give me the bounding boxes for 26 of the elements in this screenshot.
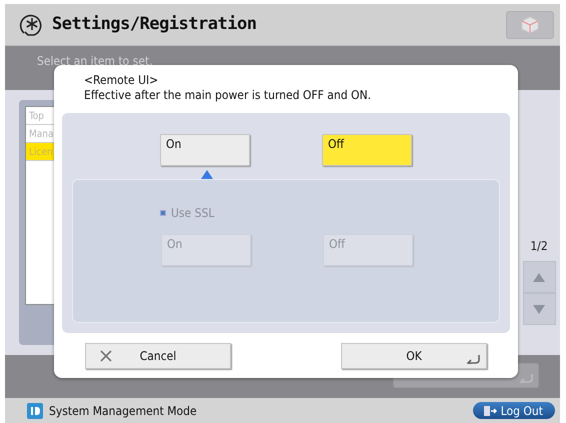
bullet-icon bbox=[160, 210, 166, 216]
close-icon bbox=[100, 350, 112, 362]
page-indicator: 1/2 bbox=[530, 238, 548, 255]
box-button[interactable] bbox=[506, 10, 554, 38]
logout-button[interactable]: Log Out bbox=[472, 402, 555, 419]
scroll-up-button[interactable] bbox=[522, 261, 556, 293]
scroll-down-button[interactable] bbox=[522, 293, 556, 325]
mode-label: System Management Mode bbox=[49, 402, 197, 420]
logout-icon bbox=[482, 404, 497, 416]
ok-button[interactable]: OK bbox=[341, 343, 487, 369]
pointer-icon bbox=[201, 170, 213, 179]
sub-setting-label: Use SSL bbox=[171, 205, 214, 222]
dialog-title: <Remote UI> bbox=[84, 73, 160, 88]
cube-icon bbox=[519, 14, 541, 34]
id-icon bbox=[27, 402, 43, 418]
return-icon bbox=[466, 354, 480, 364]
option-button[interactable]: Off bbox=[322, 134, 412, 166]
down-arrow-icon bbox=[533, 304, 545, 314]
return-icon bbox=[519, 373, 533, 383]
up-arrow-icon bbox=[533, 272, 545, 282]
dialog-message: Effective after the main power is turned OFF and ON. bbox=[84, 88, 372, 103]
window-title: Settings/Registration bbox=[52, 12, 256, 36]
instruction-text: Select an item to set. bbox=[37, 54, 153, 68]
option-button[interactable]: On bbox=[160, 134, 250, 166]
cancel-button[interactable]: Cancel bbox=[85, 343, 231, 369]
settings-icon bbox=[18, 12, 44, 36]
